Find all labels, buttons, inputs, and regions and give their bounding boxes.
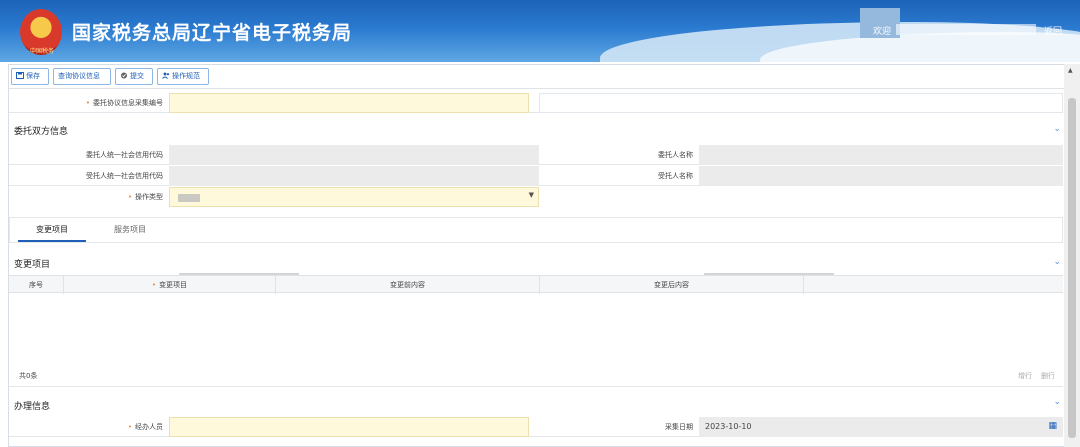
site-title: 国家税务总局辽宁省电子税务局 bbox=[72, 22, 353, 44]
agent-row: 受托人统一社会信用代码 受托人名称 bbox=[9, 166, 1063, 281]
users-icon bbox=[162, 72, 170, 79]
change-items-table-header: 序号 • 变更项目 变更前内容 变更后内容 bbox=[9, 275, 1063, 294]
principal-code-field bbox=[169, 145, 539, 165]
principal-name-label: 委托人名称 bbox=[658, 151, 693, 159]
principal-name-field bbox=[699, 145, 1063, 165]
required-marker: • bbox=[127, 423, 132, 431]
agent-name-field bbox=[699, 166, 1063, 186]
toolbar: 保存 查询协议信息 提交 操作规范 bbox=[9, 65, 1069, 89]
form-panel: 保存 查询协议信息 提交 操作规范 • 委托协议信息采集编号 委托双方信息 ⌄ 委… bbox=[8, 64, 1070, 447]
change-items-table-body bbox=[9, 294, 1063, 384]
blank-cell bbox=[539, 93, 1063, 113]
column-header-after: 变更后内容 bbox=[540, 276, 804, 294]
tab-service-items[interactable]: 服务项目 bbox=[96, 218, 164, 242]
operation-type-select[interactable]: ▼ bbox=[169, 187, 539, 207]
add-row-button[interactable]: 增行 bbox=[1018, 371, 1032, 381]
save-icon bbox=[16, 72, 24, 79]
collection-date-field[interactable]: 2023-10-10 ▦ bbox=[699, 417, 1063, 437]
emblem-caption: 中国税务 bbox=[29, 48, 54, 55]
collection-date-value: 2023-10-10 bbox=[705, 422, 752, 431]
vertical-scrollbar[interactable]: ▲ bbox=[1064, 64, 1080, 447]
save-button[interactable]: 保存 bbox=[11, 68, 49, 85]
tab-bar: 变更项目 服务项目 bbox=[9, 217, 1063, 243]
agent-name-label: 受托人名称 bbox=[658, 172, 693, 180]
user-name-redacted bbox=[896, 24, 1036, 35]
operation-guide-label: 操作规范 bbox=[172, 72, 200, 80]
collection-number-input[interactable] bbox=[169, 93, 529, 113]
dropdown-arrow-icon[interactable]: ▼ bbox=[529, 191, 534, 199]
collection-number-row: • 委托协议信息采集编号 bbox=[9, 93, 1063, 113]
record-count: 共0条 bbox=[19, 372, 38, 380]
handler-label: • 经办人员 bbox=[127, 423, 163, 431]
site-header: 中国税务 国家税务总局辽宁省电子税务局 欢迎 返回 bbox=[0, 0, 1080, 62]
collection-date-label: 采集日期 bbox=[665, 423, 693, 431]
principal-row: 委托人统一社会信用代码 委托人名称 bbox=[9, 145, 1063, 165]
calendar-icon[interactable]: ▦ bbox=[1048, 421, 1057, 431]
scrollbar-thumb[interactable] bbox=[1068, 98, 1076, 438]
handling-section-title: 办理信息 bbox=[14, 402, 51, 412]
column-header-before: 变更前内容 bbox=[276, 276, 540, 294]
column-header-change-item: • 变更项目 bbox=[64, 276, 276, 294]
required-marker: • bbox=[85, 99, 90, 107]
operation-type-row: • 操作类型 ▼ bbox=[9, 187, 1063, 207]
agent-code-label: 受托人统一社会信用代码 bbox=[86, 172, 163, 180]
submit-button[interactable]: 提交 bbox=[115, 68, 153, 85]
handler-input[interactable] bbox=[169, 417, 529, 437]
tab-change-items[interactable]: 变更项目 bbox=[18, 218, 86, 242]
handling-row: • 经办人员 采集日期 2023-10-10 ▦ bbox=[9, 417, 1063, 437]
change-items-section-title: 变更项目 bbox=[14, 260, 51, 270]
collection-number-label: • 委托协议信息采集编号 bbox=[85, 99, 163, 107]
submit-icon bbox=[120, 72, 128, 79]
submit-label: 提交 bbox=[130, 72, 144, 80]
query-agreement-label: 查询协议信息 bbox=[58, 72, 100, 80]
query-agreement-button[interactable]: 查询协议信息 bbox=[53, 68, 111, 85]
delete-row-button[interactable]: 删行 bbox=[1041, 371, 1055, 381]
agent-code-field bbox=[169, 166, 539, 186]
save-label: 保存 bbox=[26, 72, 40, 80]
parties-section-title: 委托双方信息 bbox=[14, 127, 69, 137]
column-header-index: 序号 bbox=[9, 276, 64, 294]
divider bbox=[9, 386, 1063, 387]
collapse-chevron-icon[interactable]: ⌄ bbox=[1053, 397, 1061, 407]
operation-guide-button[interactable]: 操作规范 bbox=[157, 68, 209, 85]
operation-type-label: • 操作类型 bbox=[127, 193, 163, 201]
scroll-up-icon[interactable]: ▲ bbox=[1068, 67, 1073, 74]
welcome-text: 欢迎 bbox=[873, 27, 892, 37]
collapse-chevron-icon[interactable]: ⌄ bbox=[1053, 257, 1061, 267]
return-link[interactable]: 返回 bbox=[1044, 24, 1062, 37]
collapse-chevron-icon[interactable]: ⌄ bbox=[1053, 124, 1061, 134]
required-marker: • bbox=[127, 193, 132, 201]
redacted-value bbox=[178, 194, 200, 202]
principal-code-label: 委托人统一社会信用代码 bbox=[86, 151, 163, 159]
